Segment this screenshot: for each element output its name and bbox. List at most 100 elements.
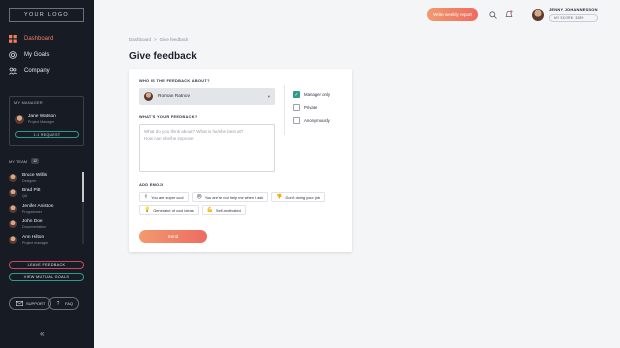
write-weekly-report-button[interactable]: Write weekly report [427,8,478,21]
emoji-chip-label: You are super cool [151,194,184,200]
nav-item-company[interactable]: Company [9,67,50,75]
breadcrumb-current: Give feedback [159,37,189,42]
member-role: Documentation [22,225,47,230]
team-header: MY TEAM 12 [9,158,39,164]
team-member[interactable]: Brad Pitt QA [9,186,79,202]
view-mutual-goals-button[interactable]: VIEW MUTUAL GOALS [9,273,84,281]
member-role: Project manager [22,240,49,245]
nav-label: Dashboard [24,36,54,42]
option-label: Manager only [304,92,331,97]
placeholder-line: How can she/he improve [144,135,194,141]
support-button[interactable]: SUPPORT [9,297,52,310]
peace-hand-icon: ✌ [144,194,149,200]
avatar [532,8,544,21]
manager-card: MY MANAGER Jane Watson Project Manager 1… [9,96,84,146]
collapse-sidebar-icon[interactable]: « [40,329,44,338]
light-bulb-icon: 💡 [144,207,151,213]
checkbox[interactable] [293,117,300,124]
team-member[interactable]: Ann Hilton Project manager [9,232,79,248]
team-member[interactable]: Jenifer Aniston Programmer [9,201,79,217]
person-select[interactable]: Roman Ratnov ▾ [139,88,275,105]
member-role: Programmer [22,209,42,214]
manager-person[interactable]: Jane Watson Project Manager [15,114,56,124]
checkbox[interactable] [293,104,300,111]
team-scrollbar[interactable] [82,172,84,244]
option-anonymously[interactable]: Anonymously [293,114,330,127]
manager-caption: MY MANAGER [14,101,43,105]
breadcrumb: Dashboard > Give feedback [129,37,188,42]
manager-name: Jane Watson [28,114,56,119]
manager-role: Project Manager [28,120,55,124]
logo: YOUR LOGO [9,8,84,22]
emoji-chip[interactable]: 😒 You are're not help me when I ask [191,192,269,202]
one-on-one-request-button[interactable]: 1:1 REQUEST [15,131,79,138]
company-icon [9,67,17,75]
avatar [9,173,17,182]
option-manager-only[interactable]: ✓ Manager only [293,88,330,101]
member-name: Bruce Willis [22,172,48,178]
leave-feedback-button[interactable]: LEAVE FEEDBACK [9,261,84,269]
avatar [9,235,17,244]
sidebar: YOUR LOGO Dashboard My Goals Company MY … [0,0,94,348]
option-label: Private [304,105,318,110]
send-button[interactable]: Send [139,230,207,243]
emoji-label: ADD EMOJI [139,182,164,187]
emoji-chip[interactable]: ✌ You are super cool [139,192,189,202]
feedback-label: WHAT'S YOUR FEEDBACK? [139,114,198,119]
chevron-down-icon: ▾ [267,93,270,99]
dashboard-icon [9,35,17,43]
avatar [9,189,17,198]
emoji-chip[interactable]: 💪 Self-motivated [201,205,246,215]
selected-person: Roman Ratnov [158,94,190,99]
emoji-chip[interactable]: 💡 Generator of cool ideas [139,205,199,215]
emoji-chip[interactable]: 👎 Don't doing your job [271,192,326,202]
avatar [9,220,17,229]
nav-item-my-goals[interactable]: My Goals [9,51,49,59]
member-role: Designer [22,178,37,183]
emoji-chip-label: You are're not help me when I ask [204,194,264,200]
faq-label: FAQ [65,301,74,306]
team-member[interactable]: Bruce Willis Designer [9,170,79,186]
support-label: SUPPORT [26,301,46,306]
breadcrumb-separator: > [154,37,157,42]
faq-button[interactable]: ? FAQ [48,297,80,310]
feedback-textarea[interactable]: What do you think about? What is he/she … [139,124,275,172]
team-count-badge: 12 [31,158,39,164]
emoji-grid: ✌ You are super cool 😒 You are're not help… [139,192,339,215]
page-title: Give feedback [129,51,197,62]
nav-label: Company [24,68,50,74]
about-label: WHO IS THE FEEDBACK ABOUT? [139,78,210,83]
feedback-form-card: WHO IS THE FEEDBACK ABOUT? Roman Ratnov … [129,69,352,252]
team-caption: MY TEAM [9,158,28,164]
member-name: Ann Hilton [22,234,45,240]
member-name: John Doe [22,219,43,225]
user-menu[interactable]: JENNY JOHANNESSON MY SCORE: 3289 [532,7,598,22]
divider [284,85,285,135]
nav-item-dashboard[interactable]: Dashboard [9,35,53,43]
unamused-face-icon: 😒 [196,194,202,200]
score-badge: MY SCORE: 3289 [549,14,598,22]
emoji-chip-label: Don't doing your job [285,194,321,200]
nav-label: My Goals [24,52,50,58]
emoji-chip-label: Self-motivated [215,207,241,213]
member-name: Brad Pitt [22,188,41,194]
user-name: JENNY JOHANNESSON [549,7,598,12]
thumbs-down-icon: 👎 [276,194,283,200]
flexed-biceps-icon: 💪 [206,207,213,213]
member-name: Jenifer Aniston [22,203,54,209]
checkbox-checked[interactable]: ✓ [293,91,300,98]
team-member[interactable]: John Doe Documentation [9,217,79,233]
option-private[interactable]: Private [293,101,330,114]
avatar [9,204,17,213]
team-list: Bruce Willis Designer Brad Pitt QA Jenifer… [9,170,79,248]
scrollbar-thumb[interactable] [82,172,84,202]
mail-icon [15,301,23,307]
bell-icon[interactable] [504,10,513,19]
breadcrumb-home[interactable]: Dashboard [129,37,151,42]
option-label: Anonymously [304,118,330,123]
goals-icon [9,51,17,59]
visibility-options: ✓ Manager only Private Anonymously [293,88,330,127]
member-role: QA [22,194,28,199]
search-icon[interactable] [488,10,497,19]
emoji-chip-label: Generator of cool ideas [153,207,194,213]
